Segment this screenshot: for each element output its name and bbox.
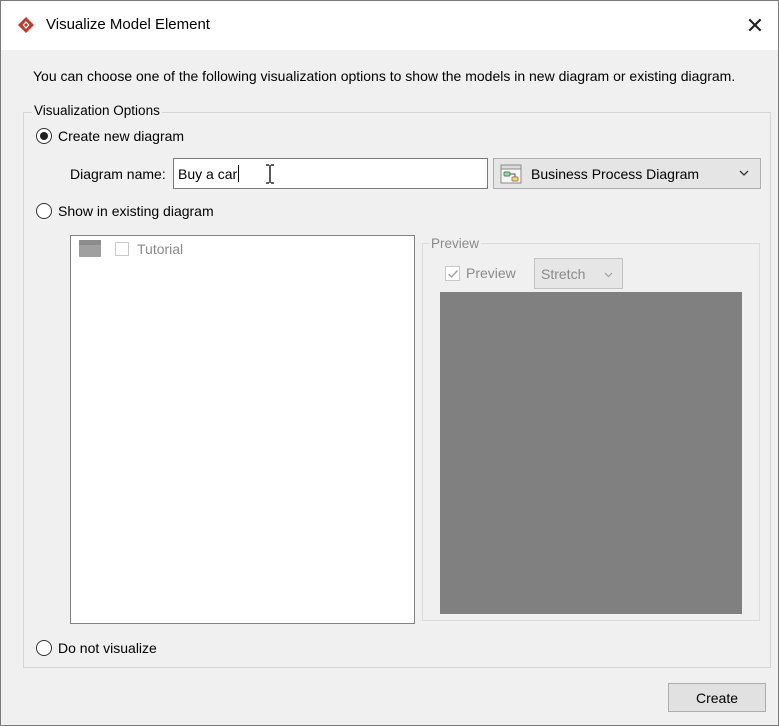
tree-item-tutorial[interactable]: Tutorial — [79, 240, 183, 257]
title-bar[interactable]: Visualize Model Element ✕ — [1, 1, 778, 50]
preview-canvas — [440, 292, 742, 614]
diagram-type-select[interactable]: Business Process Diagram — [493, 158, 761, 189]
project-folder-icon — [79, 240, 101, 257]
chevron-down-icon — [604, 272, 613, 278]
tree-item-label: Tutorial — [137, 240, 184, 257]
intro-text: You can choose one of the following visu… — [33, 68, 736, 84]
preview-group-legend: Preview — [429, 236, 482, 251]
show-existing-diagram-label: Show in existing diagram — [58, 203, 214, 219]
preview-scale-value: Stretch — [541, 265, 586, 282]
preview-checkbox-label: Preview — [466, 265, 516, 281]
radio-unselected-icon[interactable] — [36, 640, 52, 656]
diagram-tree[interactable]: Tutorial — [70, 235, 415, 624]
preview-scale-select[interactable]: Stretch — [534, 258, 623, 289]
diagram-type-value: Business Process Diagram — [531, 165, 700, 182]
checkbox-checked-icon[interactable] — [445, 265, 460, 281]
app-logo-icon — [18, 17, 34, 33]
do-not-visualize-radio[interactable]: Do not visualize — [36, 640, 157, 656]
diagram-name-label: Diagram name: — [70, 166, 166, 182]
create-button[interactable]: Create — [668, 683, 766, 712]
radio-unselected-icon[interactable] — [36, 203, 52, 219]
business-process-diagram-icon — [500, 164, 522, 183]
diagram-name-value: Buy a car — [178, 165, 238, 182]
radio-selected-icon[interactable] — [36, 128, 52, 144]
preview-checkbox[interactable]: Preview — [445, 265, 516, 281]
chevron-down-icon — [739, 170, 749, 176]
tree-item-checkbox[interactable] — [115, 241, 129, 256]
ibeam-cursor-icon — [266, 164, 274, 184]
do-not-visualize-label: Do not visualize — [58, 640, 157, 656]
dialog-title: Visualize Model Element — [46, 16, 210, 33]
show-existing-diagram-radio[interactable]: Show in existing diagram — [36, 203, 214, 219]
diagram-name-input[interactable]: Buy a car — [173, 158, 488, 189]
create-new-diagram-label: Create new diagram — [58, 128, 185, 144]
close-button[interactable]: ✕ — [732, 1, 778, 50]
visualization-options-legend: Visualization Options — [32, 103, 162, 118]
dialog-window: Visualize Model Element ✕ You can choose… — [0, 0, 779, 726]
text-caret — [238, 165, 240, 182]
close-icon[interactable]: ✕ — [746, 13, 764, 39]
create-new-diagram-radio[interactable]: Create new diagram — [36, 128, 184, 144]
